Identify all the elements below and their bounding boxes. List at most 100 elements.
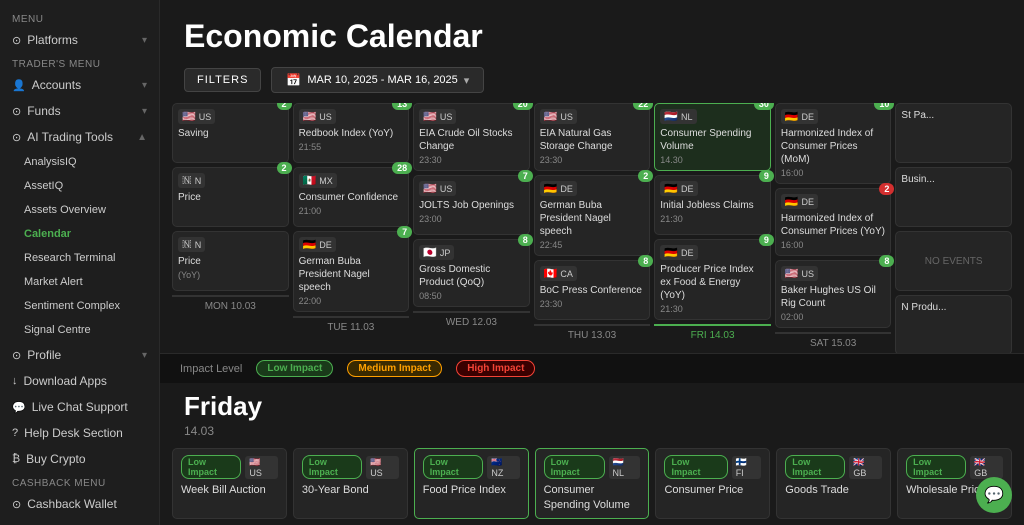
day-label-sat: SAT 15.03 [775,332,892,351]
sidebar-item-analysisiq[interactable]: AnalysisIQ [0,150,159,174]
sidebar-item-assets-overview[interactable]: Assets Overview [0,198,159,222]
bottom-card-4: Low Impact 🇫🇮 FI Consumer Price [655,448,770,519]
event-name: Price [178,255,283,268]
event-badge: 8 [638,255,653,267]
impact-tag-2: Low Impact [423,455,484,479]
event-card: 9 🇩🇪 DE Initial Jobless Claims 21:30 [654,175,771,235]
high-impact-pill: High Impact [456,360,535,377]
cashback-wallet-label: Cashback Wallet [27,497,117,511]
sidebar-item-signal-centre[interactable]: Signal Centre [0,318,159,342]
event-country: 🇩🇪 DE [781,194,818,209]
event-time: 21:30 [660,214,765,224]
assetiq-label: AssetIQ [24,180,63,192]
download-apps-label: Download Apps [24,374,107,388]
ai-tools-label: AI Trading Tools [27,130,113,144]
funds-label: Funds [27,104,60,118]
event-card: 8 🇯🇵 JP Gross Domestic Product (QoQ) 08:… [413,239,530,307]
event-no-event: NO EVENTS [895,231,1012,291]
event-time: 23:00 [419,214,524,224]
calendar-icon: 📅 [286,73,301,87]
event-country: 🇨🇦 CA [540,266,577,281]
page-title: Economic Calendar [184,18,1000,55]
filters-button[interactable]: FILTERS [184,68,261,92]
impact-level-label: Impact Level [180,363,242,375]
wallet-icon: ⊙ [12,498,21,511]
day-label-fri: FRI 14.03 [654,324,771,343]
event-time: 08:50 [419,291,524,301]
event-name: EIA Natural Gas Storage Change [540,127,645,153]
event-name: BoC Press Conference [540,284,645,297]
sidebar-item-help-desk[interactable]: ? Help Desk Section [0,420,159,446]
sidebar-item-research-terminal[interactable]: Research Terminal [0,246,159,270]
event-country: 🇩🇪 DE [660,245,697,260]
chevron-funds-icon: ▾ [142,106,147,117]
sidebar-item-profile[interactable]: ⊙ Profile ▾ [0,342,159,368]
event-country: 🇳 N [178,237,205,252]
impact-tag-1: Low Impact [302,455,362,479]
event-badge: 22 [633,103,653,110]
event-name: Consumer Confidence [299,191,404,204]
analysisiq-label: AnalysisIQ [24,156,77,168]
day-label-tue: TUE 11.03 [293,316,410,335]
event-time: 21:30 [660,304,765,314]
platforms-icon: ⊙ [12,34,21,47]
event-card: 2 🇳 N Price [172,167,289,227]
impact-legend-bar: Impact Level Low Impact Medium Impact Hi… [160,353,1024,383]
bottom-card-2: Low Impact 🇳🇿 NZ Food Price Index [414,448,529,519]
card-country-0: 🇺🇸 US [245,456,278,479]
chat-fab-button[interactable]: 💬 [976,477,1012,513]
sidebar-item-sentiment-complex[interactable]: Sentiment Complex [0,294,159,318]
sidebar-item-accounts[interactable]: 👤 Accounts ▾ [0,72,159,98]
event-country: 🇩🇪 DE [781,109,818,124]
sidebar-item-live-chat[interactable]: 💬 Live Chat Support [0,394,159,420]
sidebar-item-market-alert[interactable]: Market Alert [0,270,159,294]
day-col-wed: 20 🇺🇸 US EIA Crude Oil Stocks Change 23:… [413,103,530,353]
event-name: JOLTS Job Openings [419,199,524,212]
signal-centre-label: Signal Centre [24,324,91,336]
sidebar-item-buy-crypto[interactable]: ₿ Buy Crypto [0,446,159,472]
card-impact-4: Low Impact 🇫🇮 FI [664,455,761,479]
platforms-label: Platforms [27,33,78,47]
card-country-5: 🇬🇧 GB [849,456,882,479]
funds-icon: ⊙ [12,105,21,118]
sidebar-item-assetiq[interactable]: AssetIQ [0,174,159,198]
event-badge: 13 [392,103,412,110]
calendar-label: Calendar [24,228,71,240]
chevron-accounts-icon: ▾ [142,80,147,91]
sidebar-item-calendar[interactable]: Calendar [0,222,159,246]
event-name: Harmonized Index of Consumer Prices (MoM… [781,127,886,166]
event-card-high: 30 🇳🇱 NL Consumer Spending Volume 14.30 [654,103,771,171]
day-col-sat: 10 🇩🇪 DE Harmonized Index of Consumer Pr… [775,103,892,353]
sidebar-item-cashback-wallet[interactable]: ⊙ Cashback Wallet [0,491,159,517]
event-name: Baker Hughes US Oil Rig Count [781,284,886,310]
profile-label: Profile [27,348,61,362]
download-icon: ↓ [12,375,18,387]
event-time: 23:30 [540,155,645,165]
event-card: 2 🇩🇪 DE Harmonized Index of Consumer Pri… [775,188,892,256]
day-col-thu: 22 🇺🇸 US EIA Natural Gas Storage Change … [534,103,651,353]
sidebar-item-funds[interactable]: ⊙ Funds ▾ [0,98,159,124]
date-range-label: MAR 10, 2025 - MAR 16, 2025 [307,74,457,86]
bottom-card-1: Low Impact 🇺🇸 US 30-Year Bond [293,448,408,519]
chat-fab-icon: 💬 [984,485,1004,505]
card-country-4: 🇫🇮 FI [732,456,762,479]
event-name: German Buba President Nagel speech [540,199,645,238]
sidebar-item-ai-tools[interactable]: ⊙ AI Trading Tools ▲ [0,124,159,150]
help-desk-label: Help Desk Section [24,426,123,440]
sidebar-item-download-apps[interactable]: ↓ Download Apps [0,368,159,394]
date-range-button[interactable]: 📅 MAR 10, 2025 - MAR 16, 2025 ▾ [271,67,484,93]
cashback-section-title: CASHBACK MENU [0,472,159,491]
accounts-label: Accounts [32,78,81,92]
event-badge: 9 [759,170,774,182]
event-name: Busin... [901,173,1006,186]
event-card-partial2: Busin... [895,167,1012,227]
event-time: 21:55 [299,142,404,152]
event-card-partial: St Pa... [895,103,1012,163]
assets-overview-label: Assets Overview [24,204,106,216]
event-card: 13 🇺🇸 US Redbook Index (YoY) 21:55 [293,103,410,163]
calendar-grid: 2 🇺🇸 US Saving 2 🇳 N Price 🇳 N Price (Yo… [160,103,1024,353]
sidebar-item-platforms[interactable]: ⊙ Platforms ▾ [0,27,159,53]
impact-tag-5: Low Impact [785,455,845,479]
event-badge: 9 [759,234,774,246]
event-badge: 30 [754,103,774,110]
